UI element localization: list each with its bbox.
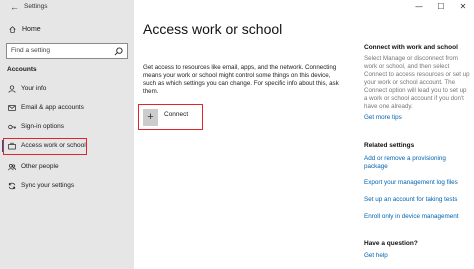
mail-icon <box>8 105 16 111</box>
connect-label[interactable]: Connect <box>164 111 188 118</box>
sidebar-item-sync-settings[interactable]: Sync your settings <box>0 177 134 195</box>
person-icon <box>8 85 16 93</box>
sidebar-item-label: Sign-in options <box>21 123 64 130</box>
search-placeholder: Find a setting <box>11 47 51 54</box>
minimize-button[interactable]: — <box>408 0 430 14</box>
taking-tests-link[interactable]: Set up an account for taking tests <box>364 196 470 204</box>
sidebar-item-label: Other people <box>21 163 59 170</box>
sidebar-selection-highlight-box <box>3 138 87 155</box>
connect-help-heading: Connect with work and school <box>364 44 458 51</box>
title-bar: ← Settings — ☐ ✕ <box>0 0 474 14</box>
export-log-files-link[interactable]: Export your management log files <box>364 179 470 187</box>
sidebar-item-email-accounts[interactable]: Email & app accounts <box>0 99 134 117</box>
window-controls: — ☐ ✕ <box>408 0 474 14</box>
page-description: Get access to resources like email, apps… <box>143 64 339 95</box>
sidebar-item-label: Your info <box>21 85 47 92</box>
home-icon <box>9 26 16 33</box>
page-title: Access work or school <box>143 21 283 37</box>
get-help-link[interactable]: Get help <box>364 252 470 260</box>
close-button[interactable]: ✕ <box>452 0 474 14</box>
get-more-tips-link[interactable]: Get more tips <box>364 114 470 122</box>
maximize-button[interactable]: ☐ <box>430 0 452 14</box>
related-settings-heading: Related settings <box>364 142 415 149</box>
search-input[interactable]: Find a setting <box>6 43 128 59</box>
connect-button[interactable]: + <box>143 109 158 126</box>
provisioning-package-link[interactable]: Add or remove a provisioning package <box>364 155 470 171</box>
device-management-link[interactable]: Enroll only in device management <box>364 213 470 221</box>
search-icon[interactable] <box>114 47 123 56</box>
sidebar-item-other-people[interactable]: Other people <box>0 158 134 176</box>
back-arrow-icon[interactable]: ← <box>10 2 19 12</box>
accounts-section-label: Accounts <box>7 66 37 73</box>
app-title: Settings <box>24 3 48 10</box>
question-heading: Have a question? <box>364 240 418 247</box>
sidebar-item-label: Sync your settings <box>21 182 75 189</box>
sidebar-item-label: Email & app accounts <box>21 104 84 111</box>
people-icon <box>8 164 16 171</box>
sidebar-item-sign-in-options[interactable]: Sign-in options <box>0 118 134 136</box>
sidebar-item-your-info[interactable]: Your info <box>0 80 134 98</box>
home-nav-item[interactable]: Home <box>0 24 134 38</box>
home-label: Home <box>22 26 41 33</box>
plus-icon: + <box>147 111 154 123</box>
sync-icon <box>8 182 16 190</box>
connect-help-text: Select Manage or disconnect from work or… <box>364 55 470 110</box>
key-icon <box>8 124 16 130</box>
